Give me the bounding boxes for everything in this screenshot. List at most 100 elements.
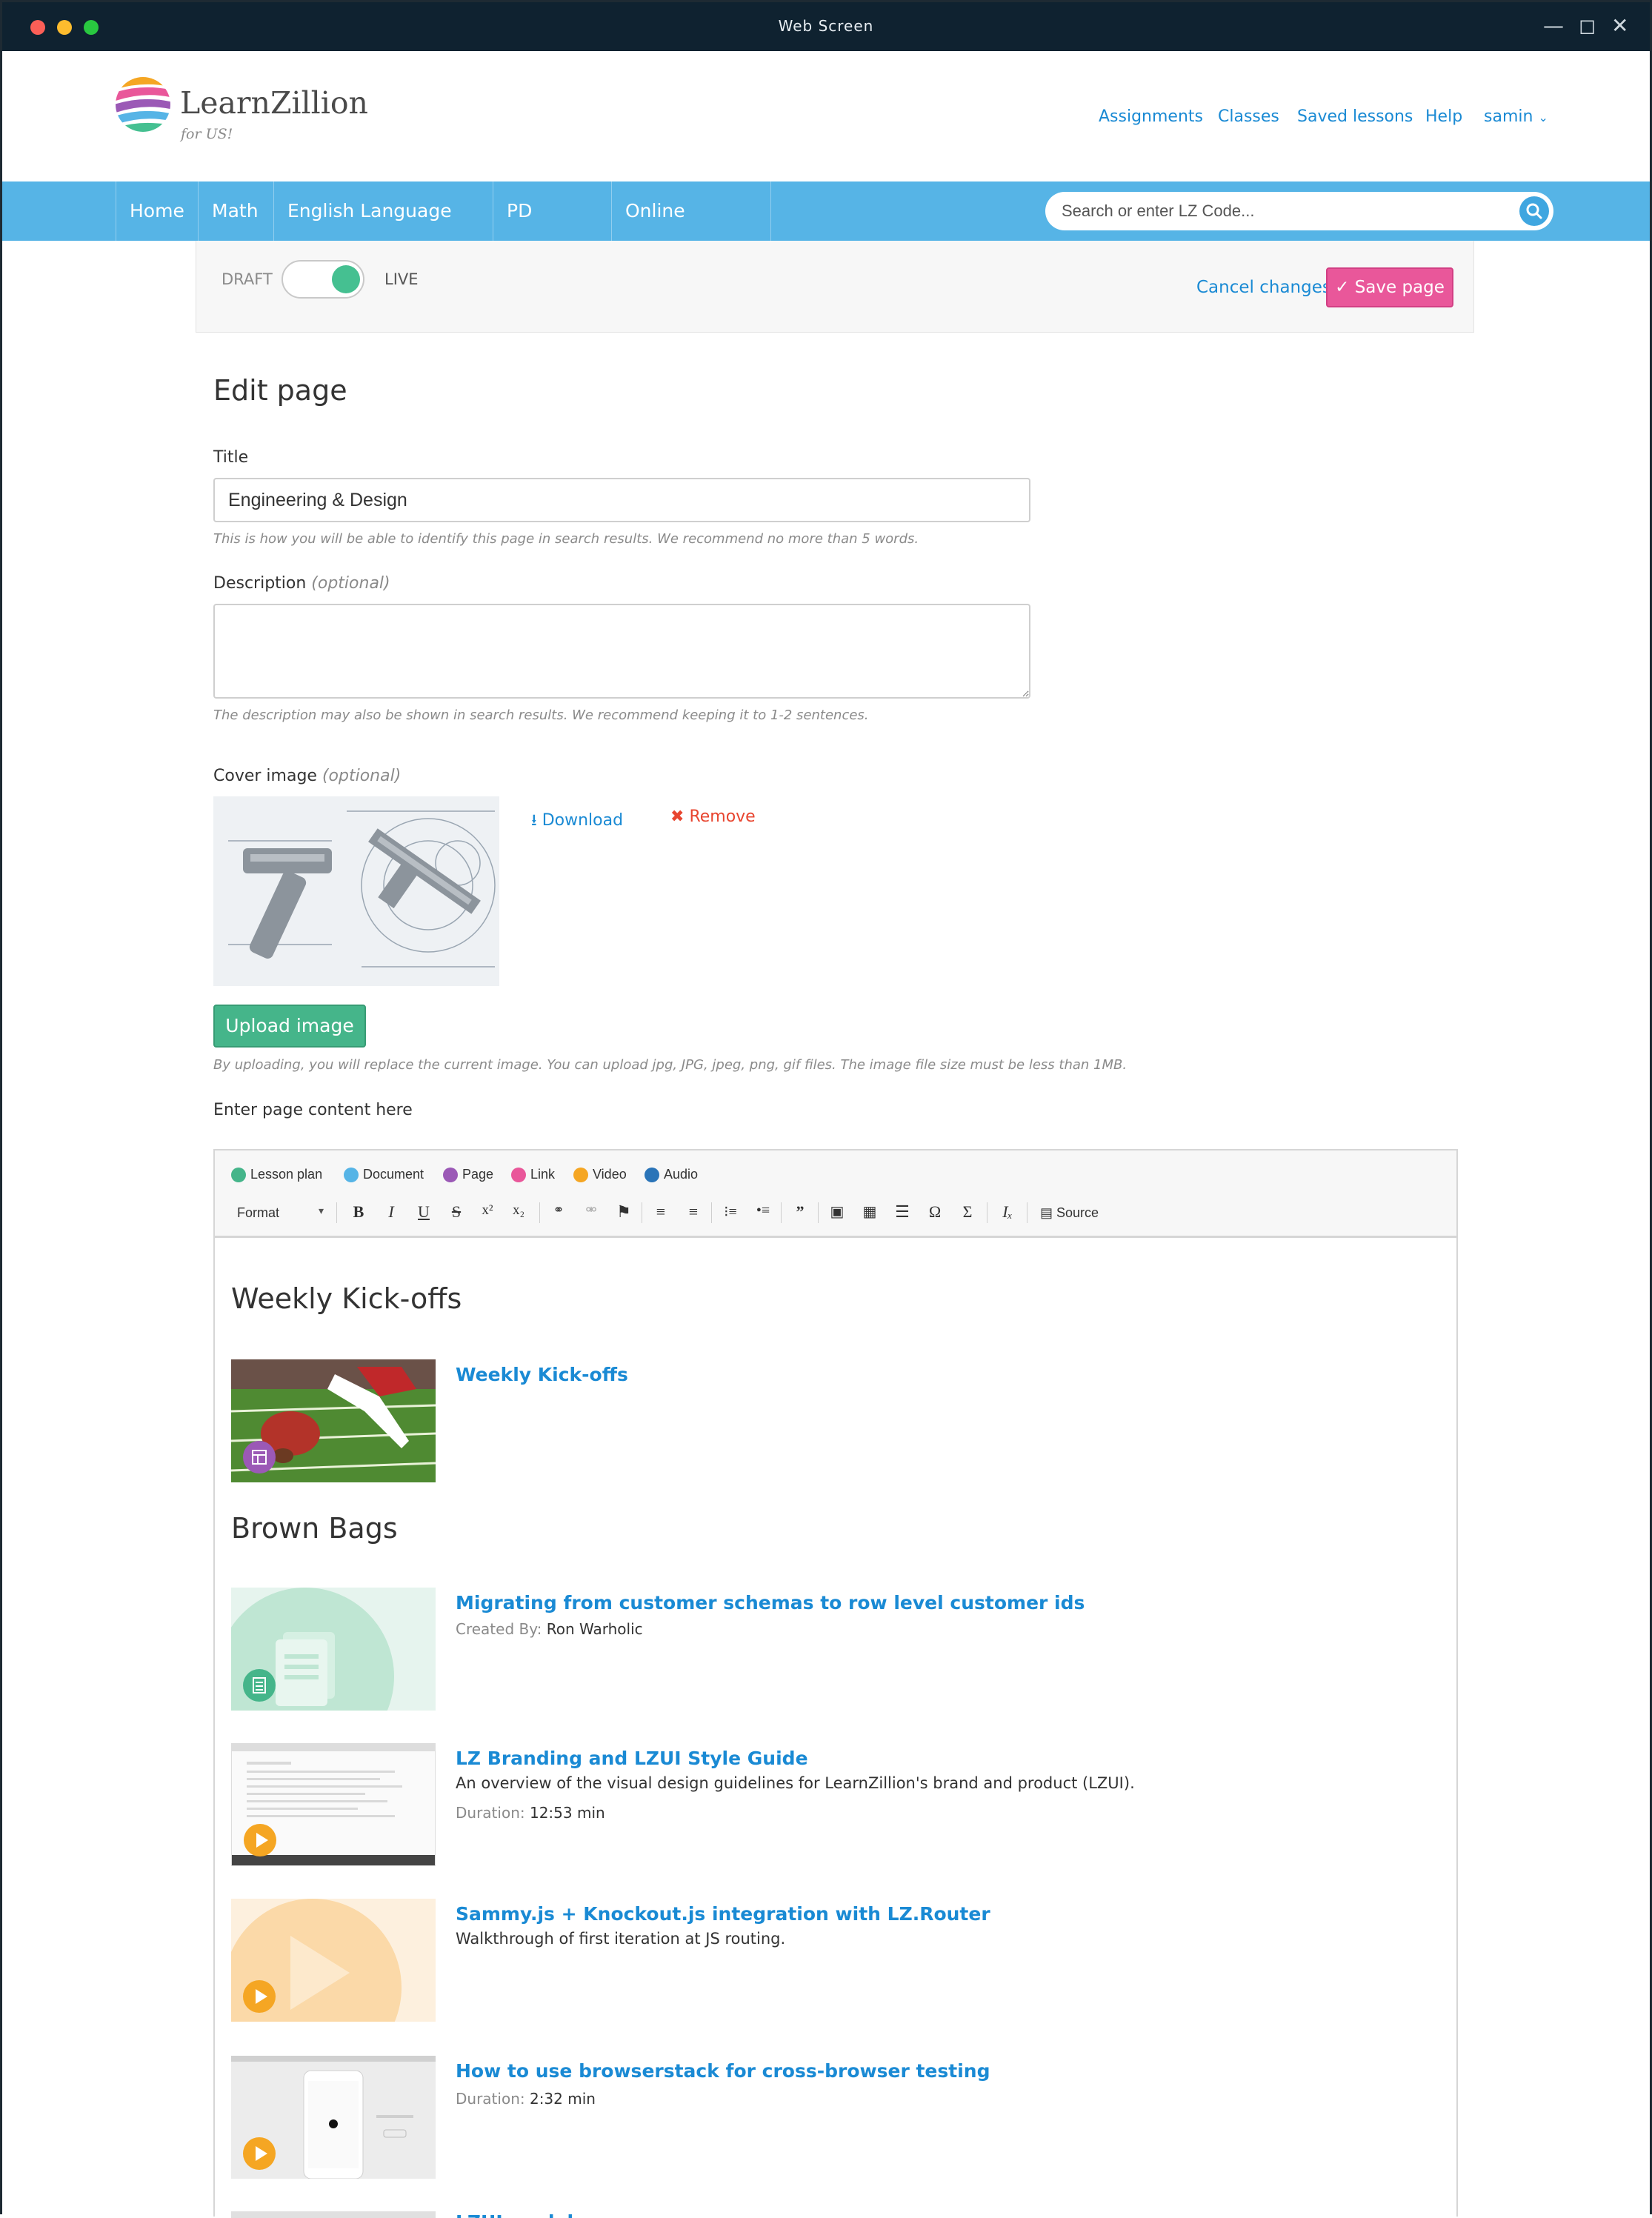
insert-audio-label: Audio xyxy=(664,1167,699,1182)
insert-page[interactable]: Page xyxy=(443,1167,493,1182)
insert-video-label: Video xyxy=(593,1167,627,1182)
download-link[interactable]: ⭳ Download xyxy=(531,807,623,836)
editor-toolbar: Lesson plan Document Page Link Video Aud… xyxy=(215,1150,1456,1238)
page-title: Edit page xyxy=(213,374,347,407)
search-bar xyxy=(1045,192,1553,230)
mainnav-math[interactable]: Math xyxy=(198,181,273,241)
item-title-link[interactable]: Migrating from customer schemas to row l… xyxy=(456,1592,1085,1613)
mainnav-online-practice[interactable]: Online practice xyxy=(611,181,771,281)
source-label: Source xyxy=(1056,1205,1099,1220)
mainnav-home[interactable]: Home xyxy=(116,181,198,241)
description-label-text: Description xyxy=(213,574,307,593)
play-glyph xyxy=(256,1833,268,1848)
anchor-flag-icon[interactable]: ⚑ xyxy=(613,1202,634,1222)
insert-link[interactable]: Link xyxy=(511,1167,555,1182)
mainnav-pd-library[interactable]: PD Library xyxy=(493,181,611,281)
subscript-icon[interactable]: x₂ xyxy=(508,1202,529,1219)
minimize-icon[interactable]: — xyxy=(1543,14,1564,38)
document-icon xyxy=(344,1167,359,1182)
special-char-omega-icon[interactable]: Ω xyxy=(925,1202,945,1222)
nav-saved-lessons-link[interactable]: Saved lessons xyxy=(1297,107,1413,126)
image-icon[interactable]: ▣ xyxy=(827,1202,847,1221)
link-icon xyxy=(511,1167,526,1182)
meta-label: Created By: xyxy=(456,1620,542,1638)
insert-document-label: Document xyxy=(363,1167,424,1182)
meta-value: 12:53 min xyxy=(529,1804,605,1822)
cover-image-optional: (optional) xyxy=(322,767,402,785)
nav-assignments-link[interactable]: Assignments xyxy=(1099,107,1203,126)
superscript-icon[interactable]: x² xyxy=(477,1202,498,1219)
chevron-down-icon: ⌄ xyxy=(1538,110,1548,124)
remove-link[interactable]: ✖ Remove xyxy=(670,807,756,826)
close-icon[interactable]: ✕ xyxy=(1611,14,1628,38)
format-select[interactable]: Format xyxy=(237,1205,279,1221)
bullet-list-icon[interactable]: •≡ xyxy=(753,1202,773,1219)
draft-live-toggle[interactable] xyxy=(282,260,364,299)
italic-icon[interactable]: I xyxy=(381,1202,402,1222)
title-label: Title xyxy=(213,448,249,467)
underline-icon[interactable]: U xyxy=(413,1202,434,1222)
horizontal-rule-icon[interactable]: ☰ xyxy=(892,1202,913,1222)
item-thumbnail[interactable] xyxy=(231,1899,436,2022)
user-name: samin xyxy=(1484,107,1533,126)
insert-audio[interactable]: Audio xyxy=(645,1167,698,1182)
align-center-icon[interactable]: ≡ xyxy=(683,1202,704,1222)
strikethrough-icon[interactable]: S xyxy=(446,1202,467,1222)
learnzillion-logo-icon[interactable] xyxy=(113,75,173,134)
item-title-link[interactable]: LZUI models xyxy=(456,2211,584,2218)
item-title-link[interactable]: Sammy.js + Knockout.js integration with … xyxy=(456,1903,990,1925)
user-menu[interactable]: samin ⌄ xyxy=(1484,107,1548,126)
check-icon: ✓ xyxy=(1335,278,1350,297)
mainnav-ela[interactable]: English Language Arts xyxy=(273,181,493,281)
insert-video[interactable]: Video xyxy=(573,1167,627,1182)
maximize-icon[interactable]: ◻ xyxy=(1579,14,1596,38)
play-badge-icon xyxy=(243,2137,276,2170)
description-field[interactable] xyxy=(213,604,1030,699)
insert-document[interactable]: Document xyxy=(344,1167,424,1182)
main-navbar: Home Math English Language Arts PD Libra… xyxy=(2,181,1650,281)
math-sigma-icon[interactable]: Σ xyxy=(957,1202,978,1222)
save-page-button[interactable]: ✓ Save page xyxy=(1326,267,1453,307)
brand-tagline: for US! xyxy=(181,126,233,142)
item-thumbnail[interactable] xyxy=(231,2211,436,2218)
nav-help-link[interactable]: Help xyxy=(1425,107,1462,126)
item-thumbnail[interactable] xyxy=(231,2056,436,2179)
align-left-icon[interactable]: ≡ xyxy=(650,1202,671,1222)
item-thumbnail[interactable] xyxy=(231,1359,436,1482)
brand-name[interactable]: LearnZillion xyxy=(180,85,368,121)
clear-format-icon[interactable]: Iₓ xyxy=(997,1202,1018,1222)
upload-hint: By uploading, you will replace the curre… xyxy=(213,1057,1128,1073)
title-field[interactable] xyxy=(213,478,1030,522)
item-thumbnail[interactable] xyxy=(231,1743,436,1866)
format-dropdown-arrow-icon[interactable]: ▾ xyxy=(319,1205,324,1217)
item-description: An overview of the visual design guideli… xyxy=(456,1774,1135,1792)
item-meta: Duration: 12:53 min xyxy=(456,1804,605,1822)
table-icon[interactable]: ▦ xyxy=(859,1202,880,1221)
live-label: LIVE xyxy=(384,270,419,288)
source-icon: ▤ xyxy=(1040,1205,1053,1220)
search-button[interactable] xyxy=(1519,196,1549,226)
nav-classes-link[interactable]: Classes xyxy=(1218,107,1279,126)
source-button[interactable]: ▤ Source xyxy=(1040,1205,1099,1221)
play-badge-icon xyxy=(244,1824,276,1856)
item-thumbnail[interactable] xyxy=(231,1588,436,1711)
unlink-icon[interactable]: ⚮ xyxy=(581,1202,602,1218)
item-title-link[interactable]: Weekly Kick-offs xyxy=(456,1364,628,1385)
insert-lesson-plan[interactable]: Lesson plan xyxy=(231,1167,322,1182)
search-input[interactable] xyxy=(1062,201,1476,222)
cover-image xyxy=(213,796,499,986)
link-chain-icon[interactable]: ⚭ xyxy=(548,1202,569,1218)
meta-label: Duration: xyxy=(456,1804,525,1822)
browser-window: Web Screen — ◻ ✕ LearnZillion for US! As… xyxy=(0,0,1652,2218)
numbered-list-icon[interactable]: ⁝≡ xyxy=(720,1202,741,1221)
blockquote-icon[interactable]: ” xyxy=(790,1202,810,1222)
item-title-link[interactable]: LZ Branding and LZUI Style Guide xyxy=(456,1748,808,1769)
upload-image-button[interactable]: Upload image xyxy=(213,1005,366,1048)
item-title-link[interactable]: How to use browserstack for cross-browse… xyxy=(456,2060,990,2082)
toggle-knob xyxy=(332,265,360,293)
insert-link-label: Link xyxy=(530,1167,556,1182)
document-badge-icon xyxy=(243,1669,276,1702)
bold-icon[interactable]: B xyxy=(348,1202,369,1222)
window-titlebar: Web Screen — ◻ ✕ xyxy=(2,2,1650,51)
cancel-changes-link[interactable]: Cancel changes xyxy=(1196,278,1331,297)
